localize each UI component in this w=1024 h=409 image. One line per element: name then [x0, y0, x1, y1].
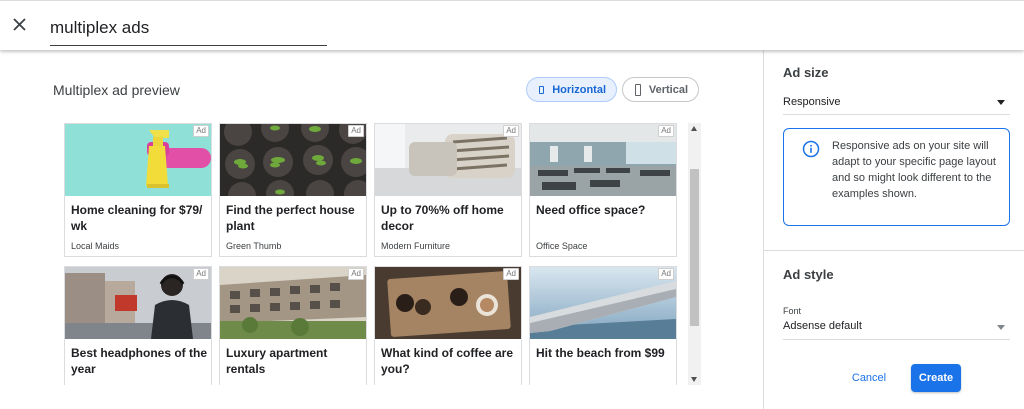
ad-card-house-plant[interactable]: Ad Find the perfect house plant Green Th…	[219, 123, 367, 257]
cancel-button[interactable]: Cancel	[842, 364, 896, 392]
ad-title: Hit the beach from $99	[536, 346, 665, 360]
horizontal-layout-icon	[539, 85, 545, 94]
coffee-tray-image	[375, 267, 521, 339]
ad-advertiser: Local Maids	[71, 241, 120, 251]
horizontal-toggle-label: Horizontal	[552, 83, 606, 96]
dropdown-arrow-icon	[997, 325, 1005, 330]
apartment-building-image	[220, 267, 366, 339]
ad-card-coffee[interactable]: Ad What kind of coffee are you?	[374, 266, 522, 385]
ad-title: Find the perfect house plant	[226, 203, 355, 233]
top-bar	[0, 0, 1024, 50]
font-label: Font	[783, 306, 802, 316]
ads-grid: Ad Home cleaning for $79/ wk Local Maids	[61, 123, 701, 385]
ad-advertiser: Office Space	[536, 241, 588, 251]
ad-title: Need office space?	[536, 203, 646, 217]
ad-card-office-space[interactable]: Ad Need office space? Office Space	[529, 123, 677, 257]
responsive-info-box: Responsive ads on your site will adapt t…	[783, 128, 1010, 226]
info-icon	[802, 140, 820, 158]
ad-size-value: Responsive	[783, 96, 841, 108]
create-button[interactable]: Create	[911, 364, 961, 392]
horizontal-toggle[interactable]: Horizontal	[526, 77, 617, 102]
settings-sidebar: Ad size Responsive Responsive ads on you…	[763, 50, 1024, 409]
preview-title: Multiplex ad preview	[53, 82, 180, 98]
headphones-street-image	[65, 267, 211, 339]
scroll-up-icon[interactable]	[691, 126, 697, 131]
ad-badge[interactable]: Ad	[658, 268, 674, 280]
ad-style-heading: Ad style	[783, 267, 834, 282]
ad-advertiser: Green Thumb	[226, 241, 282, 251]
ad-card-apartment[interactable]: Ad Luxury apartment rentals	[219, 266, 367, 385]
preview-panel: Multiplex ad preview Horizontal Vertical	[0, 50, 763, 409]
scrollbar-thumb[interactable]	[690, 169, 699, 326]
ad-badge[interactable]: Ad	[193, 268, 209, 280]
ad-badge[interactable]: Ad	[503, 125, 519, 137]
ad-title: What kind of coffee are you?	[381, 346, 514, 376]
ad-card-home-cleaning[interactable]: Ad Home cleaning for $79/ wk Local Maids	[64, 123, 212, 257]
ad-card-headphones[interactable]: Ad Best headphones of the year	[64, 266, 212, 385]
seedling-pots-image	[220, 124, 366, 196]
vertical-layout-icon	[635, 83, 641, 96]
ad-title: Home cleaning for $79/ wk	[71, 203, 203, 233]
ad-badge[interactable]: Ad	[348, 125, 364, 137]
ad-badge[interactable]: Ad	[503, 268, 519, 280]
ad-advertiser: Modern Furniture	[381, 241, 451, 251]
ad-badge[interactable]: Ad	[348, 268, 364, 280]
ad-card-beach[interactable]: Ad Hit the beach from $99	[529, 266, 677, 385]
open-office-image	[530, 124, 676, 196]
search-input[interactable]	[50, 13, 327, 43]
ad-size-heading: Ad size	[783, 65, 829, 80]
ad-title: Best headphones of the year	[71, 346, 208, 376]
dropdown-arrow-icon	[997, 100, 1005, 105]
vertical-toggle-label: Vertical	[648, 83, 688, 96]
close-icon[interactable]	[10, 15, 30, 35]
ad-badge[interactable]: Ad	[658, 125, 674, 137]
font-value: Adsense default	[783, 320, 862, 332]
ads-scrollbar[interactable]	[688, 123, 701, 385]
search-field	[50, 13, 327, 46]
info-text: Responsive ads on your site will adapt t…	[832, 140, 996, 200]
section-divider	[764, 250, 1024, 251]
font-select[interactable]: Adsense default	[783, 316, 1010, 340]
cushion-sofa-image	[375, 124, 521, 196]
ad-size-select[interactable]: Responsive	[783, 90, 1010, 115]
ad-card-home-decor[interactable]: Ad Up to 70%% off home decor Modern Furn…	[374, 123, 522, 257]
ad-title: Luxury apartment rentals	[226, 346, 328, 376]
ad-badge[interactable]: Ad	[193, 125, 209, 137]
vertical-toggle[interactable]: Vertical	[622, 77, 699, 102]
scroll-down-icon[interactable]	[691, 377, 697, 382]
ad-title: Up to 70%% off home decor	[381, 203, 504, 233]
spray-bottle-image	[65, 124, 211, 196]
airplane-wing-image	[530, 267, 676, 339]
